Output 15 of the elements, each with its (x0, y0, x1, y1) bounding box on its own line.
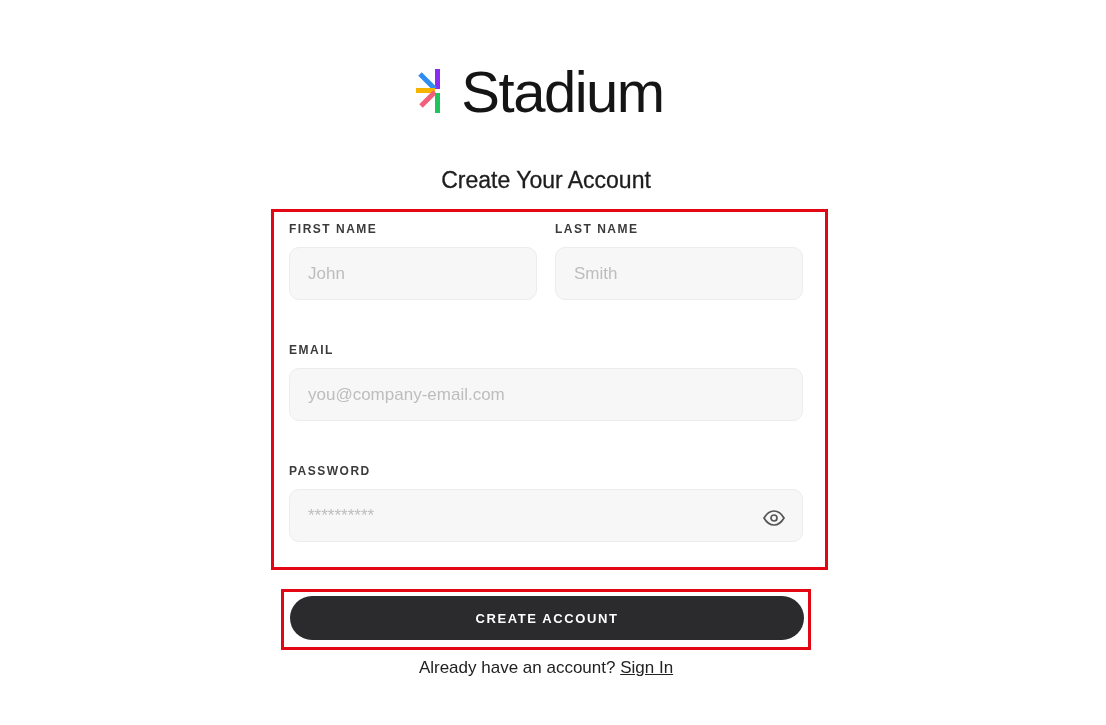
sign-in-link[interactable]: Sign In (620, 658, 674, 677)
page-title: Create Your Account (441, 166, 651, 194)
field-label: EMAIL (289, 343, 334, 357)
password-field[interactable]: ********** (289, 489, 803, 542)
field-label: PASSWORD (289, 464, 371, 478)
input-field[interactable]: John (289, 247, 537, 300)
field-label: FIRST NAME (289, 222, 378, 236)
eye-icon[interactable] (763, 510, 785, 526)
field-label: LAST NAME (555, 222, 639, 236)
brand-name: Stadium (461, 63, 664, 121)
input-field[interactable]: you@company-email.com (289, 368, 803, 421)
logo-icon (416, 68, 443, 113)
input-field[interactable]: Smith (555, 247, 803, 300)
create-account-button[interactable]: CREATE ACCOUNT (290, 596, 804, 640)
sign-in-prompt: Already have an account? Sign In (418, 658, 674, 678)
